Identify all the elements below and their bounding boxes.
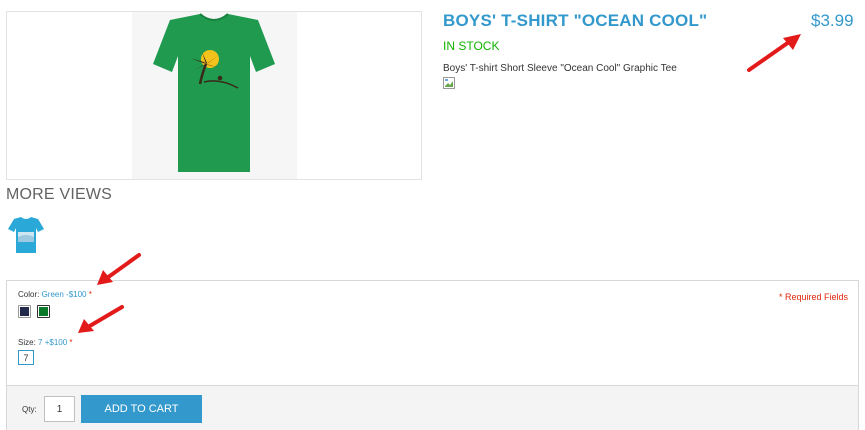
color-swatch-navy[interactable] bbox=[18, 305, 31, 318]
annotation-arrow-price bbox=[747, 34, 801, 72]
add-to-cart-button[interactable]: ADD TO CART bbox=[81, 395, 202, 423]
annotation-arrow-color bbox=[97, 253, 141, 285]
color-required-mark: * bbox=[88, 290, 92, 299]
add-to-cart-bar: Qty: ADD TO CART bbox=[6, 386, 859, 430]
annotation-arrow-size bbox=[78, 305, 124, 333]
qty-label: Qty: bbox=[22, 405, 37, 414]
gallery-thumbnail[interactable] bbox=[6, 215, 46, 255]
broken-image-icon bbox=[443, 76, 455, 89]
size-label-text: Size: bbox=[18, 338, 36, 347]
main-product-image-frame bbox=[6, 11, 422, 180]
product-title: BOYS' T-SHIRT "OCEAN COOL" bbox=[443, 11, 708, 30]
tshirt-green-image bbox=[132, 12, 297, 179]
size-selected-value: 7 +$100 bbox=[38, 338, 68, 347]
product-short-description: Boys' T-shirt Short Sleeve "Ocean Cool" … bbox=[443, 63, 677, 74]
tshirt-blue-thumbnail-icon bbox=[8, 217, 44, 253]
color-option-label: Color: Green -$100 * bbox=[18, 290, 92, 299]
color-swatch-green[interactable] bbox=[37, 305, 50, 318]
required-fields-note: * Required Fields bbox=[778, 292, 848, 302]
product-options-panel: * Required Fields Color: Green -$100 * S… bbox=[6, 280, 859, 386]
product-price: $3.99 bbox=[811, 11, 854, 30]
size-swatch-7[interactable]: 7 bbox=[18, 350, 34, 365]
size-required-mark: * bbox=[69, 338, 73, 347]
color-label-text: Color: bbox=[18, 290, 40, 299]
more-views-heading: MORE VIEWS bbox=[6, 186, 113, 203]
color-selected-value: Green -$100 bbox=[41, 290, 87, 299]
size-option-label: Size: 7 +$100 * bbox=[18, 338, 73, 347]
qty-input[interactable] bbox=[44, 396, 75, 422]
availability-status: IN STOCK bbox=[443, 39, 500, 53]
product-main-image[interactable] bbox=[132, 12, 297, 179]
